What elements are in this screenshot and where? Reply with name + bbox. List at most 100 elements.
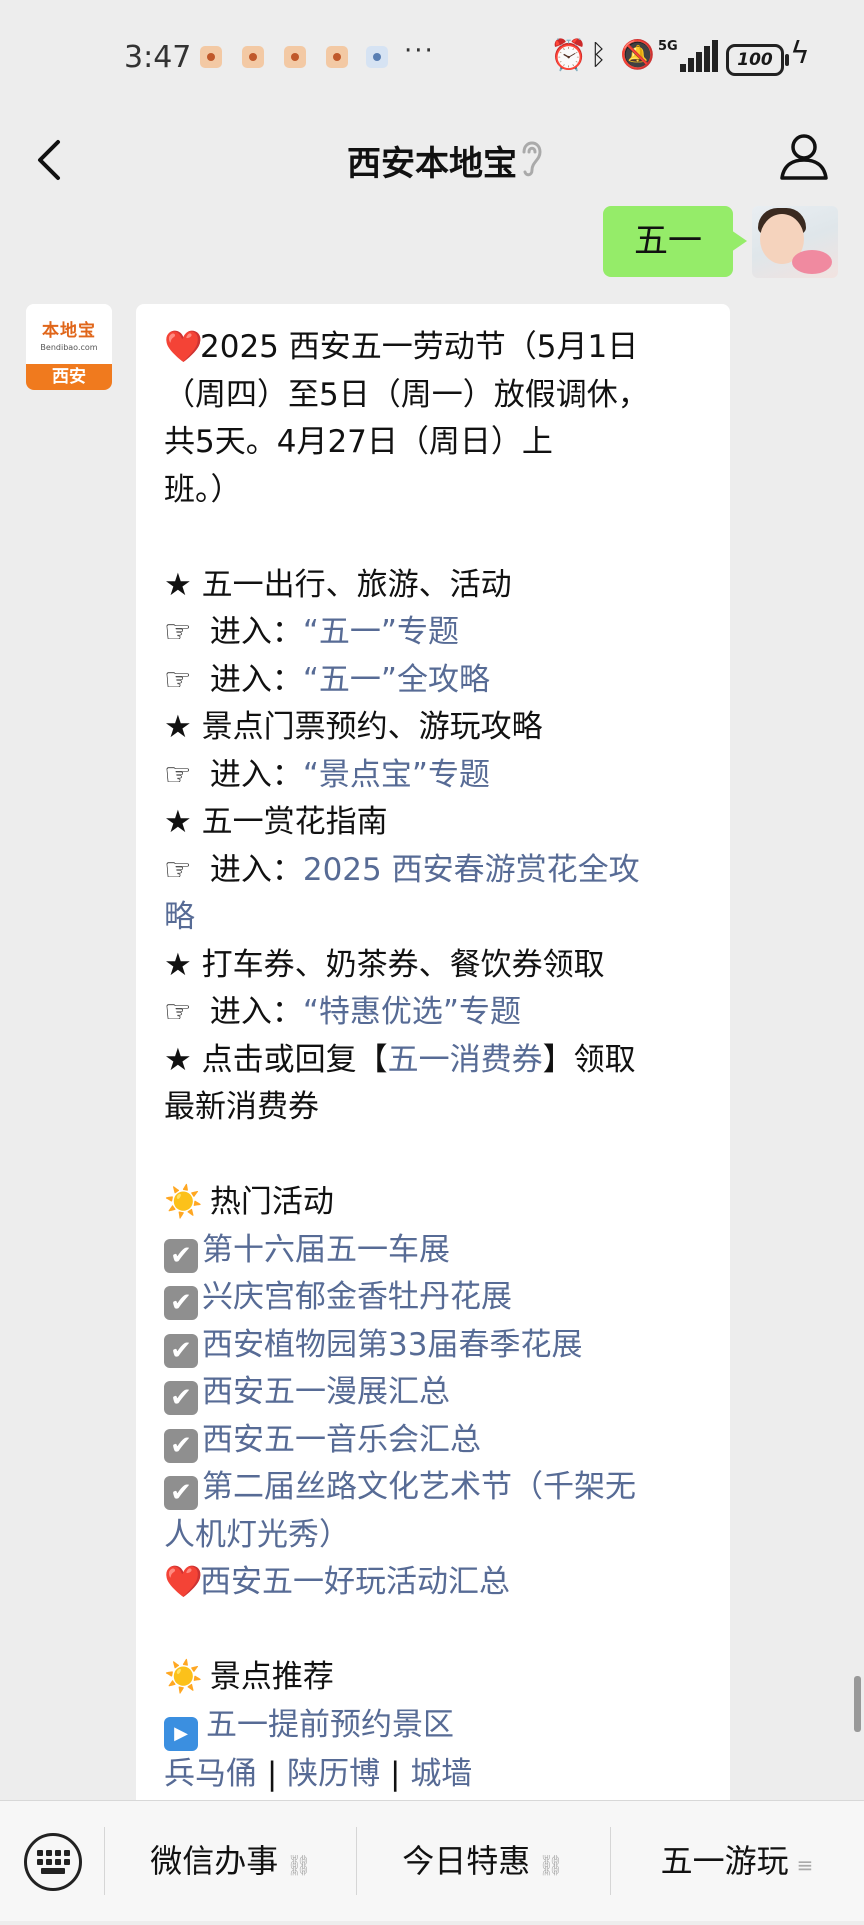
link-icon: ⛓	[286, 1853, 312, 1877]
checkbox-icon: ✔	[164, 1428, 198, 1463]
menu-item-wechat-services[interactable]: 微信办事 ⛓	[106, 1801, 356, 1921]
user-avatar[interactable]	[752, 206, 838, 278]
mute-icon: 🔕	[620, 38, 655, 71]
checkbox-icon: ✔	[164, 1238, 198, 1273]
message-line: 兵马俑 | 陕历博 | 城墙	[164, 1751, 712, 1799]
message-line: 人机灯光秀）	[164, 1512, 712, 1560]
message-text: ★ 景点门票预约、游玩攻略	[164, 709, 543, 745]
message-link[interactable]: 略	[164, 899, 195, 935]
message-text: 班。）	[164, 471, 242, 508]
message-line	[164, 1132, 712, 1180]
message-text: 2025 西安五一劳动节（5月1日	[200, 329, 639, 365]
message-text: 热门活动	[200, 1184, 334, 1220]
message-link[interactable]: 西安五一漫展汇总	[202, 1374, 450, 1410]
pointing-hand-icon: ☞	[164, 661, 192, 698]
message-text: 进入：	[200, 994, 303, 1030]
message-text: 最新消费券	[164, 1089, 319, 1125]
message-text: 进入：	[200, 661, 303, 698]
message-line: ☀️ 景点推荐	[164, 1654, 712, 1702]
message-text: 景点推荐	[200, 1659, 334, 1695]
message-line: 共5天。4月27日（周日）上	[164, 419, 712, 467]
pointing-hand-icon: ☞	[164, 614, 192, 650]
message-text: 共5天。4月27日（周日）上	[164, 424, 553, 460]
menu-item-may-day-travel[interactable]: 五一游玩 ≡	[612, 1801, 862, 1921]
message-link[interactable]: “五一”全攻略	[303, 662, 490, 698]
message-line: ✔ 第二届丝路文化艺术节（千架无	[164, 1464, 712, 1512]
status-time: 3:47	[124, 40, 192, 75]
message-link[interactable]: 兴庆宫郁金香牡丹花展	[202, 1279, 512, 1315]
message-line: ☞ 进入：“特惠优选”专题	[164, 989, 712, 1037]
bot-message-text: ❤️ 2025 西安五一劳动节（5月1日 （周四）至5日（周一）放假调休， 共5天。4…	[164, 324, 712, 1798]
account-avatar[interactable]: 本地宝 Bendibao.com 西安	[26, 304, 112, 390]
status-bar: 3:47 ··· ⏰ ᛒ 🔕 5G 100 ϟ	[0, 0, 864, 110]
message-text: 】领取	[542, 1041, 636, 1078]
message-link[interactable]: 西安五一音乐会汇总	[202, 1422, 481, 1458]
message-link[interactable]: “景点宝”专题	[303, 757, 490, 793]
menu-item-daily-deals[interactable]: 今日特惠 ⛓	[358, 1801, 608, 1921]
menu-item-label: 今日特惠	[402, 1842, 531, 1880]
message-line: ★ 景点门票预约、游玩攻略	[164, 704, 712, 752]
message-line: ★ 五一出行、旅游、活动	[164, 562, 712, 610]
message-line: ❤️西安五一好玩活动汇总	[164, 1559, 712, 1607]
message-text: ★ 点击或回复【	[164, 1041, 388, 1078]
checkbox-icon: ✔	[164, 1333, 198, 1368]
avatar-site-text: Bendibao.com	[40, 343, 98, 352]
message-link[interactable]: 第二届丝路文化艺术节（千架无	[202, 1469, 636, 1505]
checkbox-icon: ✔	[164, 1476, 198, 1510]
sun-icon: ☀️	[164, 1184, 203, 1220]
message-line	[164, 514, 712, 562]
bluetooth-icon: ᛒ	[590, 38, 607, 71]
menu-item-label: 微信办事	[150, 1842, 279, 1880]
message-line: 最新消费券	[164, 1084, 712, 1132]
earpiece-icon	[522, 141, 542, 177]
message-link[interactable]: 西安植物园第33届春季花展	[202, 1327, 582, 1363]
message-link[interactable]: 陕历博	[287, 1756, 380, 1792]
message-line: ☞ 进入：“景点宝”专题	[164, 752, 712, 800]
user-message-bubble[interactable]: 五一	[603, 206, 747, 277]
message-text: （周四）至5日（周一）放假调休，	[164, 376, 649, 413]
message-line: ★ 打车券、奶茶券、餐饮券领取	[164, 942, 712, 990]
message-link[interactable]: 西安五一好玩活动汇总	[200, 1564, 510, 1600]
message-link[interactable]: “五一”专题	[303, 614, 459, 650]
message-text: ★ 五一出行、旅游、活动	[164, 566, 512, 603]
battery-icon: 100	[726, 44, 789, 76]
message-link[interactable]: 第十六届五一车展	[202, 1232, 450, 1268]
message-link[interactable]: 人机灯光秀）	[164, 1517, 350, 1553]
sun-icon: ☀️	[164, 1659, 203, 1695]
bot-message-bubble: ❤️ 2025 西安五一劳动节（5月1日 （周四）至5日（周一）放假调休， 共5天。4…	[136, 304, 730, 1834]
message-line: ✔ 西安五一音乐会汇总	[164, 1417, 712, 1465]
scrollbar[interactable]	[854, 1676, 861, 1732]
message-link[interactable]: “特惠优选”专题	[303, 994, 521, 1030]
more-notifications-icon: ···	[404, 36, 435, 66]
notification-icon	[200, 46, 222, 68]
signal-icon: 5G	[658, 40, 718, 72]
heart-icon: ❤️	[164, 1564, 203, 1600]
message-link[interactable]: 五一消费券	[388, 1042, 543, 1078]
message-line: ★ 点击或回复【五一消费券】领取	[164, 1037, 712, 1085]
avatar-city-text: 西安	[26, 364, 112, 390]
menu-item-label: 五一游玩	[660, 1842, 789, 1880]
avatar-logo-text: 本地宝	[42, 321, 96, 341]
notification-icon	[366, 46, 388, 68]
message-line	[164, 1607, 712, 1655]
message-link[interactable]: 城墙	[410, 1756, 472, 1792]
message-link[interactable]: 五一提前预约景区	[206, 1707, 454, 1743]
message-line: ★ 五一赏花指南	[164, 799, 712, 847]
message-text: 进入：	[200, 756, 303, 793]
page-title: 西安本地宝	[347, 144, 517, 184]
message-text: |	[257, 1755, 288, 1792]
checkbox-icon: ✔	[164, 1381, 198, 1415]
keyboard-icon[interactable]	[24, 1833, 82, 1891]
profile-icon[interactable]	[778, 130, 830, 182]
pointing-hand-icon: ☞	[164, 994, 192, 1030]
message-line: ☞ 进入：“五一”全攻略	[164, 657, 712, 705]
message-link[interactable]: 兵马俑	[164, 1756, 257, 1792]
chat-header: 西安本地宝	[0, 110, 864, 206]
notification-icon	[284, 46, 306, 68]
notification-icon	[326, 46, 348, 68]
message-link[interactable]: 2025 西安春游赏花全攻	[303, 852, 640, 888]
network-type: 5G	[658, 39, 678, 54]
notification-icon	[242, 46, 264, 68]
message-line: ✔ 西安五一漫展汇总	[164, 1369, 712, 1417]
submenu-icon: ≡	[796, 1853, 814, 1877]
